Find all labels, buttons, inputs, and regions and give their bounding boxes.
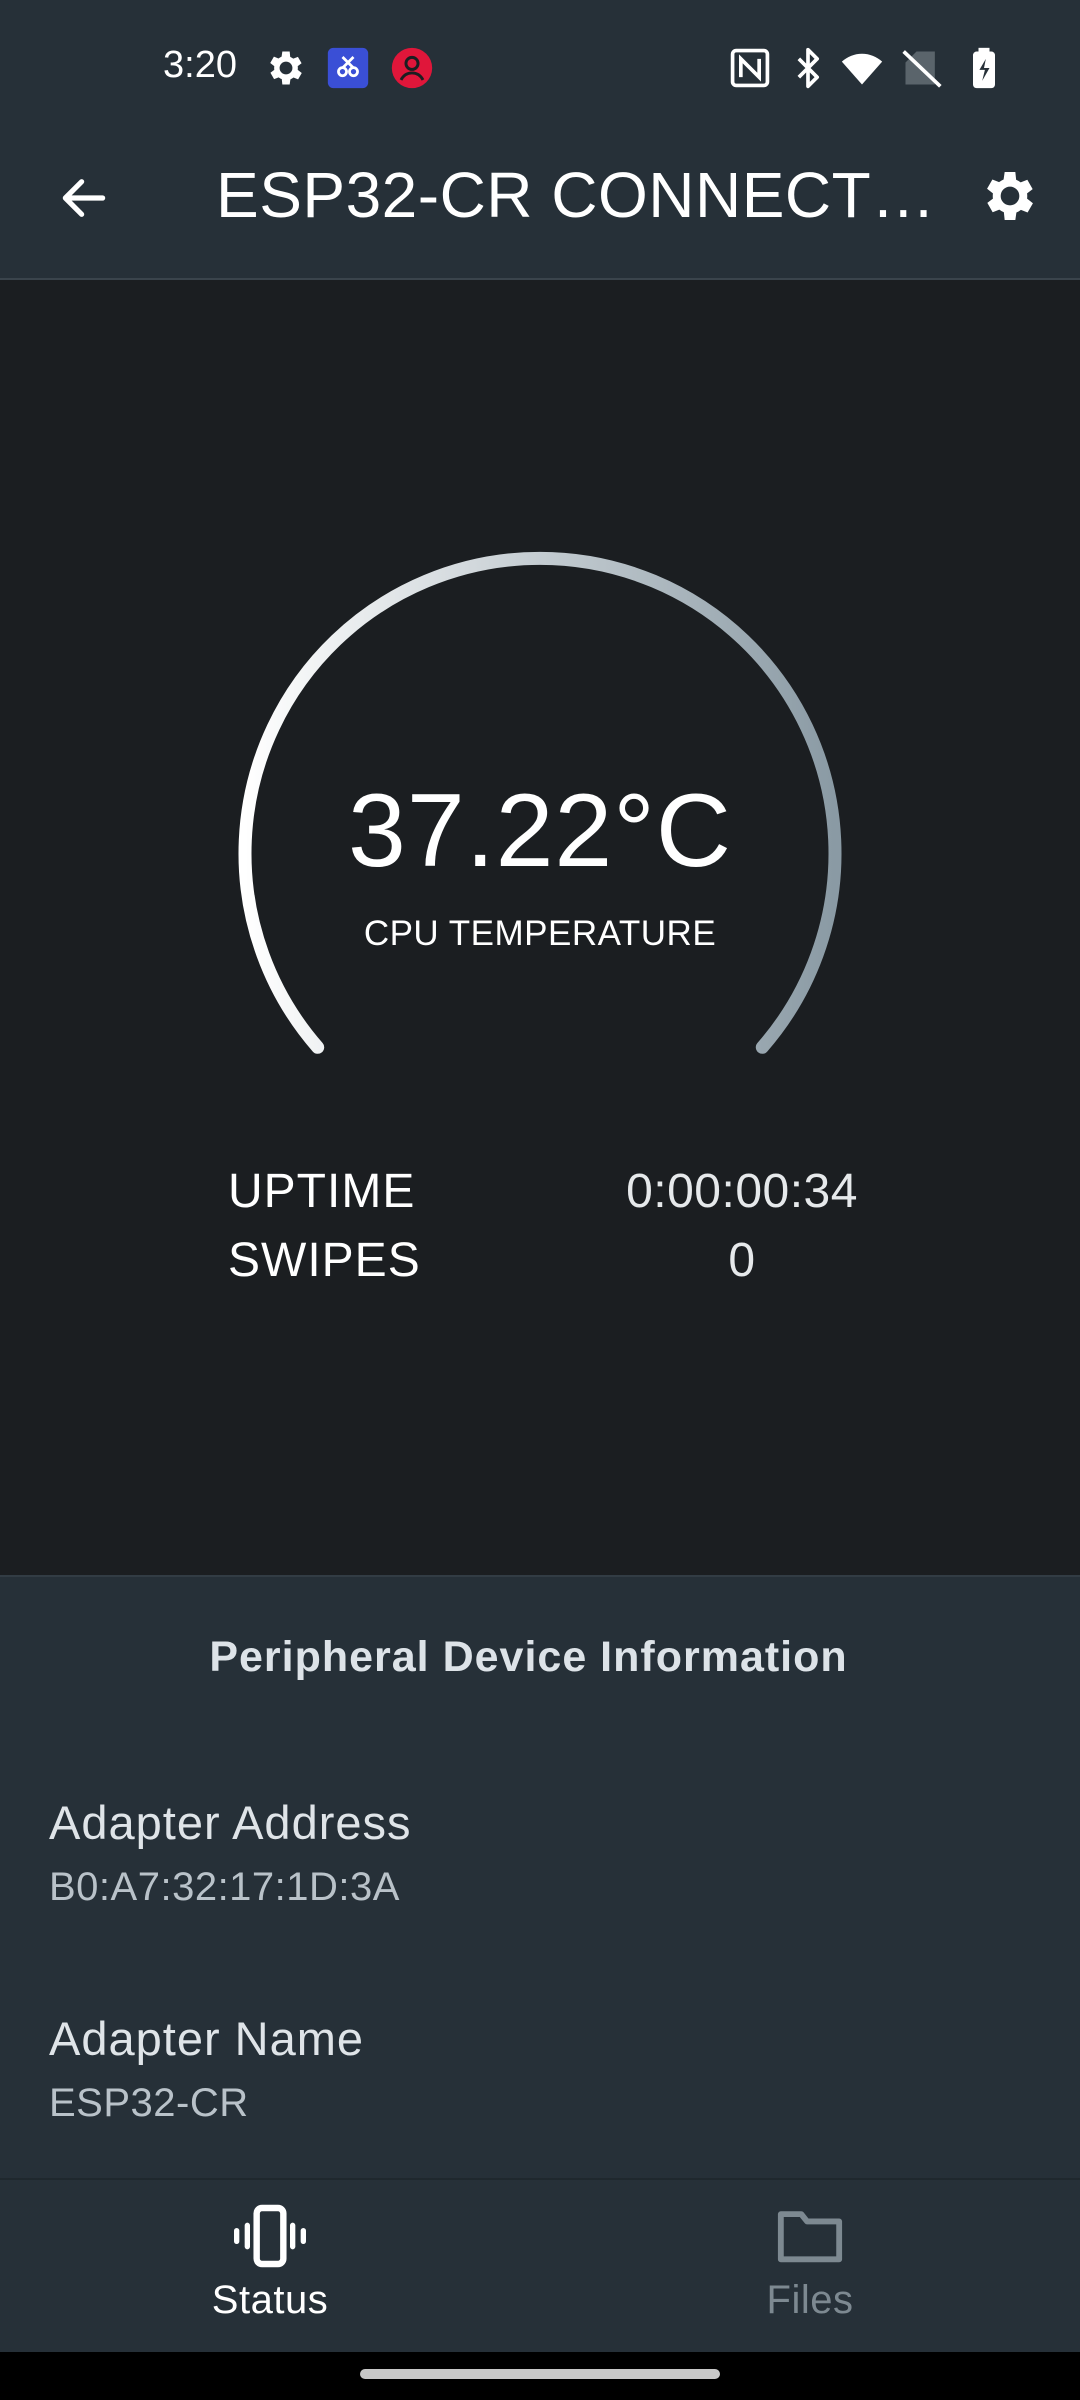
swipes-label: SWIPES: [228, 1234, 421, 1287]
top-area: 3:20 ESP32-CR CONNECT…: [0, 0, 1080, 278]
bottom-navigation: Status Files: [0, 2178, 1080, 2354]
arrow-back-icon: [62, 179, 106, 217]
vibrating-phone-icon: [230, 2204, 310, 2268]
home-gesture-handle[interactable]: [360, 2369, 720, 2379]
adapter-name-title: Adapter Name: [49, 2012, 365, 2065]
gear-icon: [270, 51, 302, 85]
peripheral-info-panel: Peripheral Device Information Adapter Ad…: [0, 1575, 1080, 2180]
adapter-name-value: ESP32-CR: [49, 2081, 249, 2125]
app-bar: ESP32-CR CONNECT…: [0, 138, 1080, 278]
status-main-area: 37.22°C CPU TEMPERATURE UPTIME 0:00:00:3…: [0, 280, 1080, 1575]
uptime-value: 0:00:00:34: [626, 1165, 858, 1218]
nav-tab-status[interactable]: Status: [135, 2180, 405, 2354]
screen-capture-app-icon: [327, 47, 369, 89]
gear-icon: [987, 172, 1033, 220]
nfc-icon: [730, 48, 770, 88]
nav-tab-files[interactable]: Files: [675, 2180, 945, 2354]
swipes-value: 0: [728, 1234, 756, 1287]
back-button[interactable]: [48, 162, 120, 234]
user-avatar-icon: [391, 47, 433, 89]
nav-tab-status-label: Status: [211, 2278, 329, 2322]
wifi-icon: [841, 53, 883, 85]
page-title: ESP32-CR CONNECT…: [216, 159, 936, 231]
adapter-address-value: B0:A7:32:17:1D:3A: [49, 1865, 400, 1909]
cpu-temperature-value: 37.22°C: [348, 773, 732, 889]
adapter-address-title: Adapter Address: [49, 1796, 412, 1849]
status-bar: 3:20: [0, 0, 1080, 138]
uptime-label: UPTIME: [228, 1165, 416, 1218]
system-navigation-bar: [0, 2352, 1080, 2400]
status-time: 3:20: [163, 44, 237, 86]
bluetooth-icon: [797, 47, 819, 89]
battery-charging-icon: [973, 47, 995, 89]
folder-icon: [770, 2204, 850, 2268]
temperature-gauge: [238, 551, 842, 1054]
cpu-temperature-label: CPU TEMPERATURE: [363, 914, 717, 953]
nav-tab-files-label: Files: [766, 2278, 854, 2322]
settings-button[interactable]: [970, 156, 1050, 236]
no-sim-icon: [902, 50, 942, 88]
peripheral-info-heading: Peripheral Device Information: [209, 1633, 848, 1681]
